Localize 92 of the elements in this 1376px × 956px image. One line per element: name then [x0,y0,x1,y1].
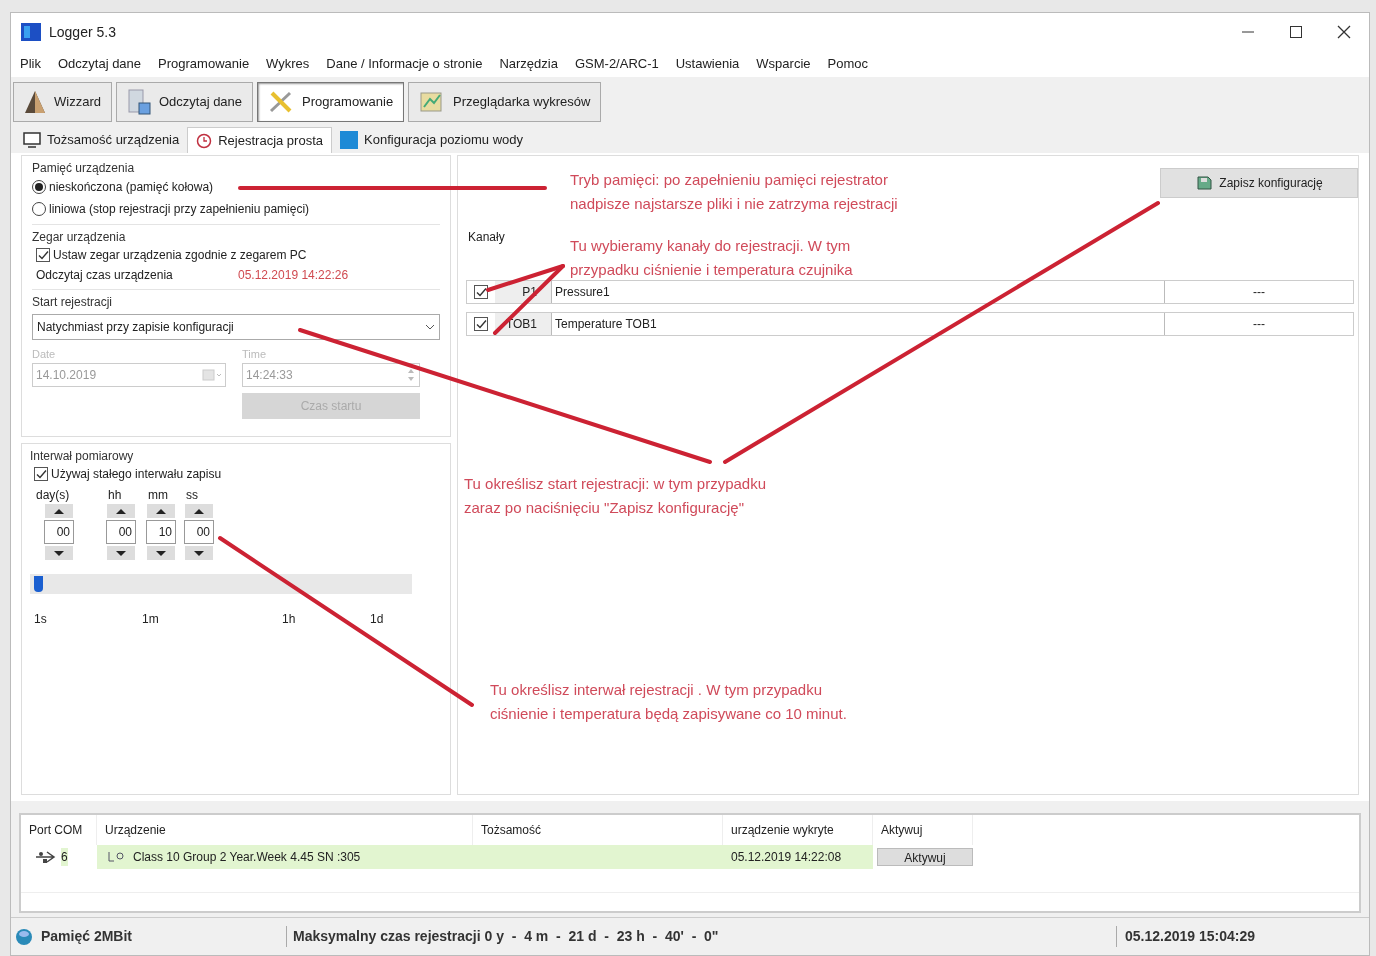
spin-up-icon [147,504,175,518]
scale-label: 1d [370,611,384,628]
radio-button[interactable] [32,202,46,216]
scale-label: 1m [142,611,159,628]
tab[interactable]: Rejestracja prosta [187,127,332,153]
globe-icon [15,927,33,946]
spin-down-icon [185,546,213,560]
number-field[interactable]: 10 [146,520,176,544]
toolbar-button[interactable]: Wizzard [13,82,112,122]
field-label: Time [242,347,268,362]
dropdown[interactable]: Natychmiast przy zapisie konfiguracji [32,314,440,340]
number-field[interactable]: 00 [44,520,74,544]
radio-label: nieskończona (pamięć kołowa) [49,179,214,196]
toolbar-button[interactable]: Przeglądarka wykresów [408,82,602,122]
menu-item[interactable]: Programowanie [158,54,250,74]
close-icon [1337,25,1351,39]
group-title: Pamięć urządzenia [32,160,136,176]
window-title: Logger 5.3 [49,22,116,42]
spin-down-icon [45,546,73,560]
channel-name: Temperature TOB1 [551,313,1165,335]
menu-item[interactable]: Dane / Informacje o stronie [326,54,483,74]
spin-up-icon [185,504,213,518]
annotation-text: Tryb pamięci: po zapełnieniu pamięci rejestrator nadpisze najstarsze pliki i nie zatrzyma rejestracji [570,170,898,214]
device-time: 05.12.2019 14:22:26 [238,267,349,284]
slider-thumb[interactable] [33,576,43,592]
radio-button[interactable] [32,180,46,194]
channel-value: --- [1252,284,1266,301]
table-cell: 6 [61,848,68,866]
unit-label: hh [108,487,122,504]
spin-up-icon [107,504,135,518]
table-cell: 05.12.2019 14:22:08 [723,845,873,869]
channel-value: --- [1252,316,1266,333]
app-icon [21,23,41,41]
scale-label: 1s [34,611,47,628]
checkbox[interactable] [36,248,50,262]
menu-item[interactable]: Wsparcie [756,54,811,74]
save-config-button[interactable]: Zapisz konfigurację [1160,168,1358,198]
channel-name: Pressure1 [551,281,1165,303]
menu-item[interactable]: Ustawienia [675,54,740,74]
menu-item[interactable]: Wykres [266,54,310,74]
radio-label: liniowa (stop rejestracji przy zapełnieniu pamięci) [49,201,310,218]
calendar-icon [202,368,222,381]
toolbar-button[interactable]: Programowanie [257,82,405,122]
tab[interactable]: Konfiguracja poziomu wody [332,127,531,153]
menu-item[interactable]: Plik [20,54,41,74]
column-header: Aktywuj [873,815,973,845]
field-label: Date [32,347,57,362]
group-title: Zegar urządzenia [32,229,127,245]
spin-up-icon [45,504,73,518]
save-icon [1195,174,1214,192]
group-title: Start rejestracji [32,294,114,310]
menu-item[interactable]: Odczytaj dane [57,54,142,74]
monitor-icon [23,132,41,148]
spin-down-icon [147,546,175,560]
database-icon [126,89,151,115]
device-icon [107,850,125,864]
number-field[interactable]: 00 [106,520,136,544]
unit-label: ss [186,487,198,504]
status-text: 05.12.2019 15:04:29 [1124,927,1255,946]
checkbox[interactable] [474,317,488,331]
group-title: Interwał pomiarowy [30,448,135,464]
unit-label: mm [148,487,168,504]
table-cell-text: Class 10 Group 2 Year.Week 4.45 SN :305 [133,849,361,866]
spin-down-icon [107,546,135,560]
status-text: Maksymalny czas rejestracji 0 y - 4 m - 21 d - 23 h - 40' - 0" [287,926,1117,947]
annotation-text: Tu określisz start rejestracji: w tym przypadku zaraz po naciśnięciu "Zapisz konfigurację" [464,474,767,518]
menu-item[interactable]: Narzędzia [499,54,558,74]
checkbox[interactable] [34,467,48,481]
field-label: Odczytaj czas urządzenia [36,267,174,284]
tab[interactable]: Tożsamość urządzenia [15,127,188,153]
square-icon [340,131,358,149]
menu-item[interactable]: Pomoc [827,54,868,74]
activate-button[interactable]: Aktywuj [877,848,973,866]
menu-item[interactable]: GSM-2/ARC-1 [574,54,659,74]
checkbox-label: Używaj stałego interwału zapisu [51,466,222,483]
number-field[interactable]: 00 [184,520,214,544]
clock-icon [196,132,213,149]
annotation-text: Tu wybieramy kanały do rejestracji. W tym przypadku ciśnienie i temperatura czujnika [570,236,853,280]
usb-icon [35,850,57,864]
slider[interactable] [30,574,412,594]
chevron-down-icon [425,324,435,330]
unit-label: day(s) [36,487,70,504]
checkbox-label: Ustaw zegar urządzenia zgodnie z zegarem PC [53,247,307,264]
group-title: Kanały [468,229,505,246]
toolbar-button[interactable]: Odczytaj dane [115,82,254,122]
checkbox[interactable] [474,285,488,299]
column-header: Port COM [21,815,97,845]
scale-label: 1h [282,611,296,628]
maximize-icon [1289,25,1303,39]
wizard-icon [24,90,46,114]
status-text: Pamięć 2MBit [41,927,133,946]
annotation-text: Tu określisz interwał rejestracji . W tym przypadku ciśnienie i temperatura będą zapisywane co 10 minut. [490,680,847,724]
